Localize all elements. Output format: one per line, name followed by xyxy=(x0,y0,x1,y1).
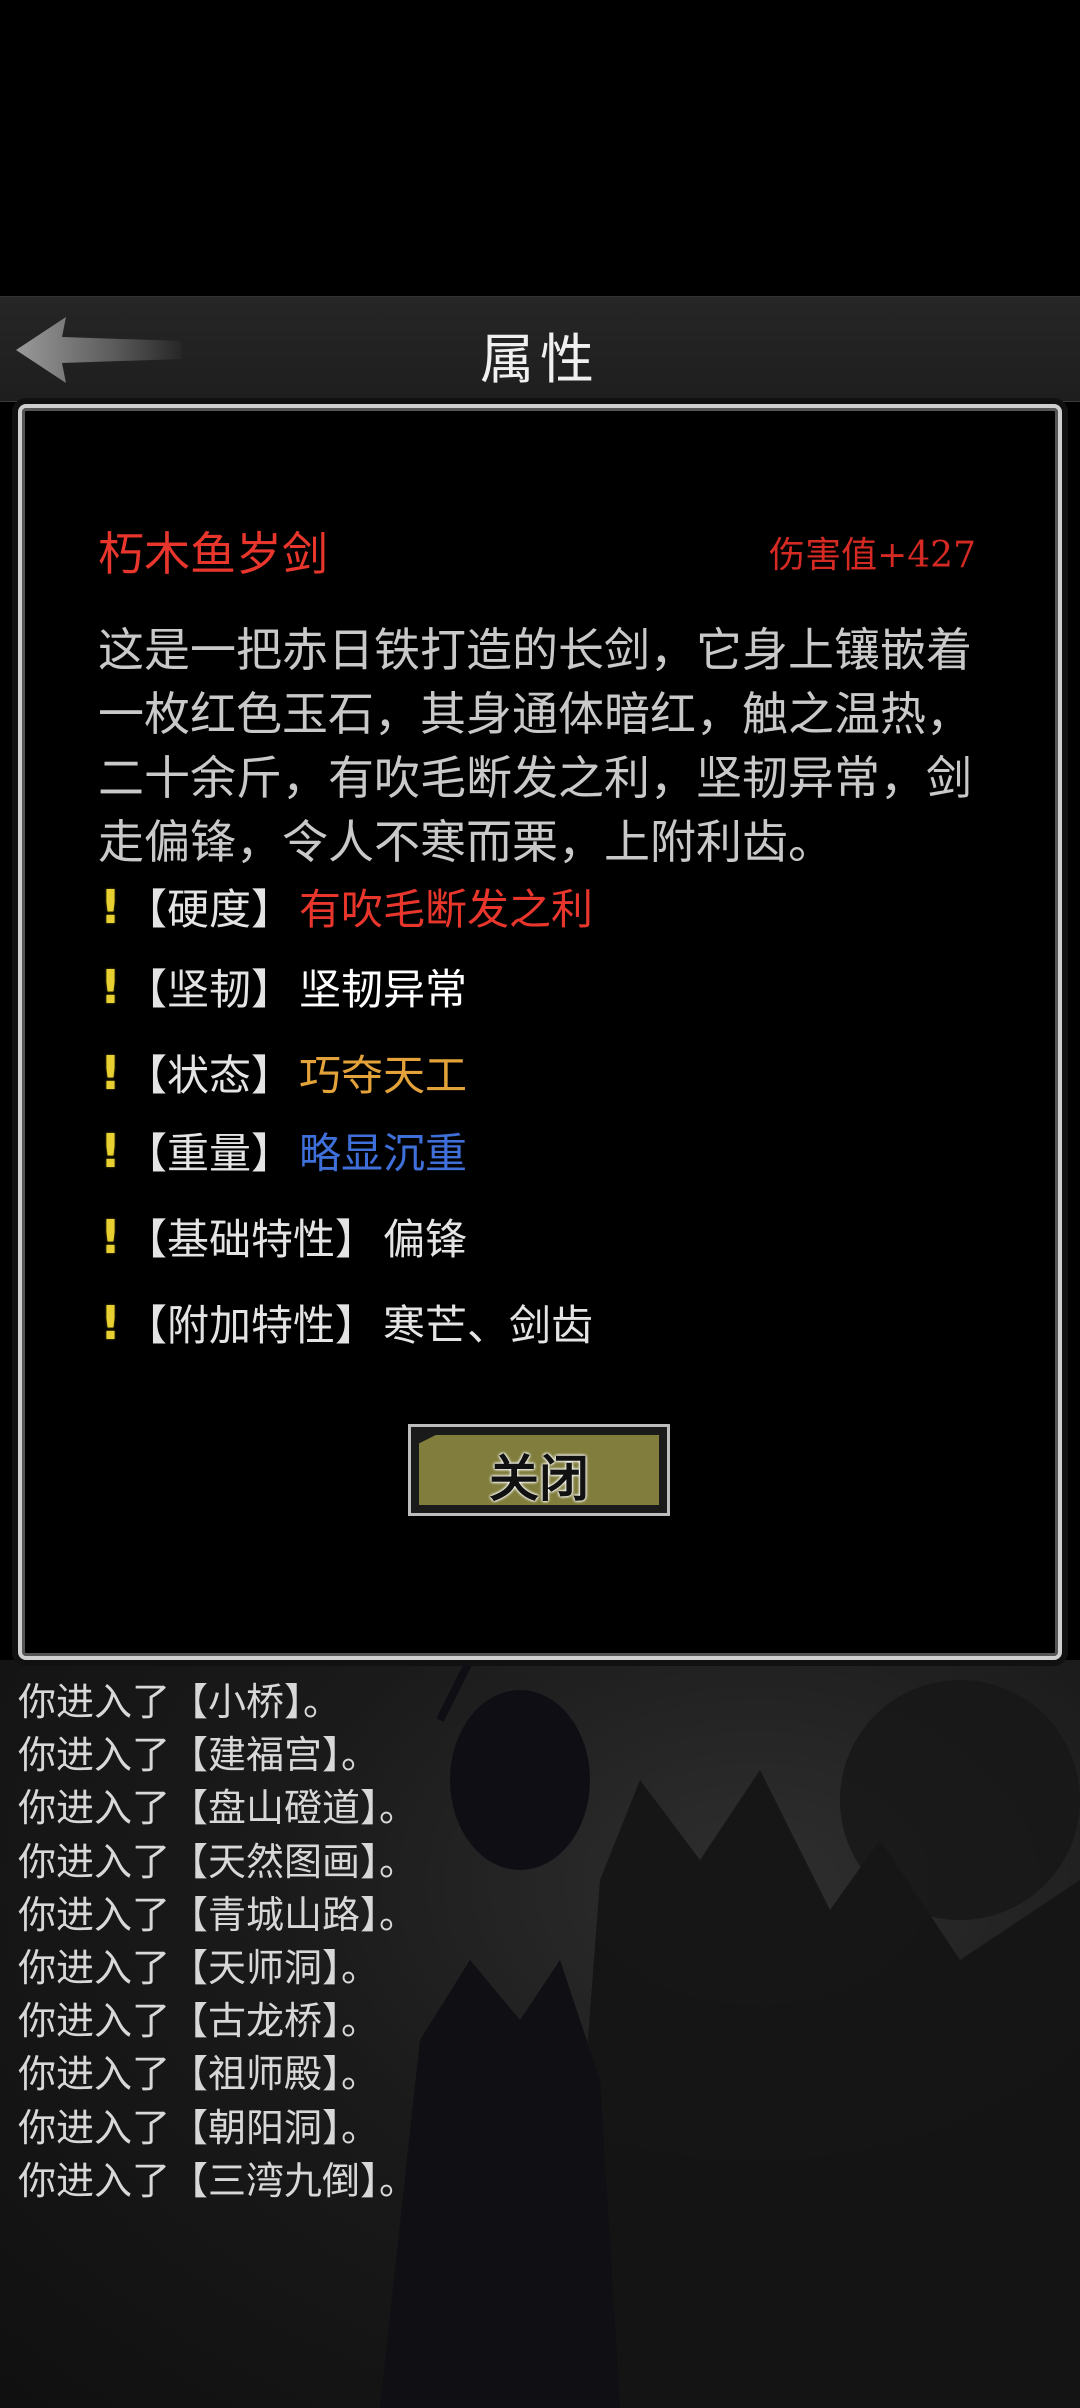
page-title: 属性 xyxy=(480,328,600,391)
attribute-label: 【状态】 xyxy=(124,1051,293,1100)
log-line: 你进入了【三湾九倒】。 xyxy=(18,2158,418,2203)
log-line: 你进入了【天师洞】。 xyxy=(18,1946,380,1991)
item-description: 这是一把赤日铁打造的长剑，它身上镶嵌着 一枚红色玉石，其身通体暗红，触之温热， … xyxy=(98,623,972,869)
status-area xyxy=(0,0,1080,296)
exclamation-icon: ! xyxy=(100,1295,121,1350)
attribute-label: 【基础特性】 xyxy=(124,1215,377,1264)
attribute-row-state: ! 【状态】 巧夺天工 xyxy=(100,1042,467,1103)
log-line: 你进入了【天然图画】。 xyxy=(18,1839,418,1884)
attribute-value: 略显沉重 xyxy=(299,1129,468,1178)
attribute-label: 【附加特性】 xyxy=(124,1301,377,1350)
exclamation-icon: ! xyxy=(100,1209,121,1264)
message-log: 你进入了【小桥】。 你进入了【建福宫】。 你进入了【盘山磴道】。 你进入了【天然… xyxy=(18,1676,1058,2208)
exclamation-icon: ! xyxy=(100,1123,121,1178)
attribute-value: 巧夺天工 xyxy=(299,1051,468,1100)
close-button[interactable]: 关闭 xyxy=(408,1424,670,1516)
attribute-label: 【硬度】 xyxy=(124,885,293,934)
header-bar: 属性 xyxy=(0,296,1080,402)
log-line: 你进入了【朝阳洞】。 xyxy=(18,2105,380,2150)
item-name: 朽木鱼岁剑 xyxy=(98,527,328,581)
exclamation-icon: ! xyxy=(100,879,121,934)
log-line: 你进入了【建福宫】。 xyxy=(18,1733,380,1778)
close-button-label: 关闭 xyxy=(489,1450,589,1508)
attribute-row-hardness: ! 【硬度】 有吹毛断发之利 xyxy=(100,876,593,937)
item-attribute-dialog: 朽木鱼岁剑 伤害值+427 这是一把赤日铁打造的长剑，它身上镶嵌着 一枚红色玉石… xyxy=(18,404,1062,1660)
exclamation-icon: ! xyxy=(100,1045,121,1100)
log-line: 你进入了【古龙桥】。 xyxy=(18,1999,380,2044)
attribute-label: 【重量】 xyxy=(124,1129,293,1178)
attribute-row-toughness: ! 【坚韧】 坚韧异常 xyxy=(100,956,467,1017)
damage-value: 伤害值+427 xyxy=(769,535,976,576)
attribute-row-base-trait: ! 【基础特性】 偏锋 xyxy=(100,1206,467,1267)
log-line: 你进入了【盘山磴道】。 xyxy=(18,1786,418,1831)
exclamation-icon: ! xyxy=(100,959,121,1014)
attribute-row-weight: ! 【重量】 略显沉重 xyxy=(100,1120,467,1181)
attribute-value: 偏锋 xyxy=(383,1215,468,1264)
attribute-value: 坚韧异常 xyxy=(299,965,468,1014)
log-line: 你进入了【小桥】。 xyxy=(18,1680,342,1724)
attribute-label: 【坚韧】 xyxy=(124,965,293,1014)
attribute-value: 有吹毛断发之利 xyxy=(299,885,594,934)
attribute-value: 寒芒、剑齿 xyxy=(383,1301,594,1350)
attribute-row-extra-trait: ! 【附加特性】 寒芒、剑齿 xyxy=(100,1292,593,1353)
log-line: 你进入了【祖师殿】。 xyxy=(18,2052,380,2097)
log-line: 你进入了【青城山路】。 xyxy=(18,1892,418,1937)
